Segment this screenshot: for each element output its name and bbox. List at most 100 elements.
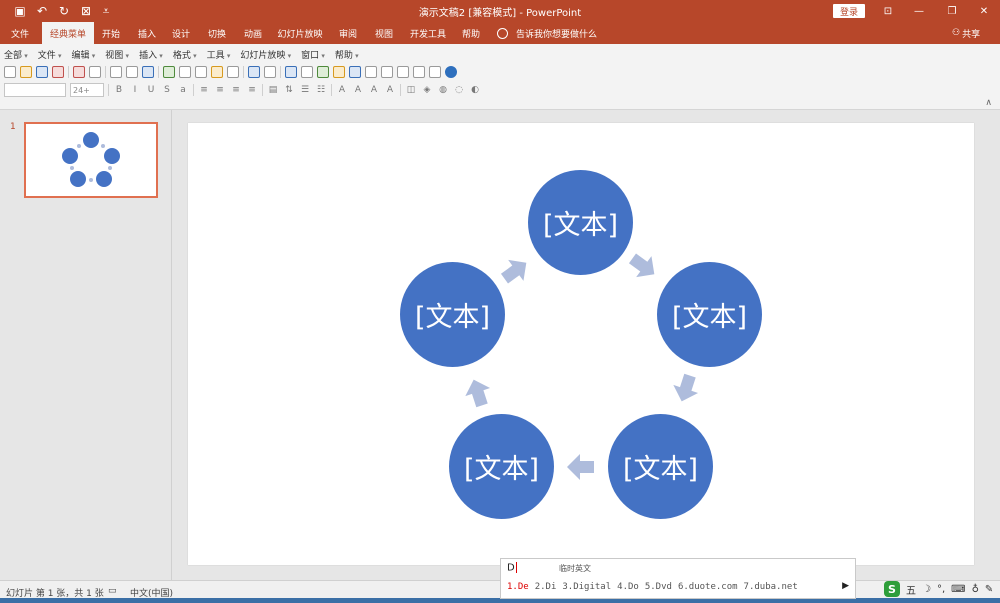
permission-icon[interactable]	[73, 66, 85, 78]
decrease-font-icon[interactable]: A	[368, 84, 380, 96]
columns-icon[interactable]: ▤	[267, 84, 279, 96]
save-as-icon[interactable]	[52, 66, 64, 78]
tab-developer[interactable]: 开发工具	[406, 22, 450, 44]
tab-design[interactable]: 设计	[166, 22, 196, 44]
collapse-ribbon-icon[interactable]: ∧	[985, 98, 992, 108]
email-icon[interactable]	[89, 66, 101, 78]
align-left-icon[interactable]: ≡	[198, 84, 210, 96]
punctuation-icon[interactable]: °,	[937, 584, 945, 595]
font-color-icon[interactable]: A	[336, 84, 348, 96]
new-icon[interactable]	[4, 66, 16, 78]
font-size-select[interactable]: 24+	[70, 83, 104, 97]
cycle-node-bottom-left[interactable]: [文本]	[449, 414, 554, 519]
minimize-icon[interactable]: —	[908, 3, 930, 19]
increase-font-icon[interactable]: A	[352, 84, 364, 96]
underline-icon[interactable]: U	[145, 84, 157, 96]
print-icon[interactable]	[110, 66, 122, 78]
hyperlink-icon[interactable]	[317, 66, 329, 78]
format-painter-icon[interactable]	[227, 66, 239, 78]
cycle-arrow-5[interactable]	[498, 254, 532, 288]
char-spacing-icon[interactable]: a	[177, 84, 189, 96]
ime-next-page-icon[interactable]: ▶	[842, 581, 849, 591]
shape-outline-icon[interactable]: ◌	[453, 84, 465, 96]
zoom-icon[interactable]	[429, 66, 441, 78]
ime-candidate[interactable]: 7.duba.net	[744, 582, 798, 592]
textbox-icon[interactable]	[397, 66, 409, 78]
header-footer-icon[interactable]	[365, 66, 377, 78]
ime-candidate[interactable]: 1.De	[507, 582, 529, 592]
tab-classic-menu[interactable]: 经典菜单	[42, 22, 94, 44]
cycle-node-left[interactable]: [文本]	[400, 262, 505, 367]
ime-mode[interactable]: 五	[906, 582, 916, 597]
chart-icon[interactable]	[285, 66, 297, 78]
comment-icon[interactable]	[413, 66, 425, 78]
justify-icon[interactable]: ≡	[246, 84, 258, 96]
save-icon[interactable]	[36, 66, 48, 78]
layout-icon[interactable]	[142, 66, 154, 78]
settings-icon[interactable]: ✎	[985, 584, 993, 595]
ime-candidate[interactable]: 2.Di	[535, 582, 557, 592]
undo-icon[interactable]	[248, 66, 260, 78]
ime-candidate[interactable]: 6.duote.com	[678, 582, 738, 592]
arrange-icon[interactable]: ◫	[405, 84, 417, 96]
picture-icon[interactable]	[333, 66, 345, 78]
strikethrough-icon[interactable]: S	[161, 84, 173, 96]
bullets-icon[interactable]: ☰	[299, 84, 311, 96]
quick-styles-icon[interactable]: ◈	[421, 84, 433, 96]
tab-home[interactable]: 开始	[96, 22, 126, 44]
cycle-node-top[interactable]: [文本]	[528, 170, 633, 275]
print-preview-icon[interactable]	[126, 66, 138, 78]
paste-icon[interactable]	[211, 66, 223, 78]
cut-icon[interactable]	[179, 66, 191, 78]
open-icon[interactable]	[20, 66, 32, 78]
login-button[interactable]: 登录	[833, 4, 865, 18]
sogou-logo-icon[interactable]: S	[884, 581, 900, 597]
slide-canvas[interactable]: [文本] [文本] [文本] [文本] [文本]	[188, 123, 974, 565]
ribbon-display-icon[interactable]: ⊡	[877, 3, 899, 19]
ime-candidate[interactable]: 4.Do	[617, 582, 639, 592]
tab-review[interactable]: 审阅	[333, 22, 363, 44]
ime-candidate[interactable]: 3.Digital	[562, 582, 611, 592]
slide-layout-icon[interactable]	[381, 66, 393, 78]
cycle-node-right[interactable]: [文本]	[657, 262, 762, 367]
notes-icon[interactable]: ▭	[108, 586, 117, 596]
redo-icon[interactable]	[264, 66, 276, 78]
cycle-arrow-2[interactable]	[669, 371, 703, 405]
cycle-arrow-3[interactable]	[564, 450, 598, 484]
menu-view[interactable]: 视图	[105, 48, 129, 62]
restore-icon[interactable]: ❐	[941, 3, 963, 19]
numbering-icon[interactable]: ☷	[315, 84, 327, 96]
half-width-icon[interactable]: ☽	[922, 584, 931, 595]
shape-fill-icon[interactable]: ◍	[437, 84, 449, 96]
menu-format[interactable]: 格式	[173, 48, 197, 62]
font-name-select[interactable]	[4, 83, 66, 97]
table-icon[interactable]	[301, 66, 313, 78]
slide-thumbnail[interactable]	[24, 122, 158, 198]
keyboard-icon[interactable]: ⌨	[951, 584, 965, 595]
italic-icon[interactable]: I	[129, 84, 141, 96]
copy-icon[interactable]	[195, 66, 207, 78]
menu-help[interactable]: 帮助	[335, 48, 359, 62]
shape-icon[interactable]	[349, 66, 361, 78]
tab-transitions[interactable]: 切换	[202, 22, 232, 44]
help-icon[interactable]	[445, 66, 457, 78]
cycle-node-bottom-right[interactable]: [文本]	[608, 414, 713, 519]
text-direction-icon[interactable]: ⇅	[283, 84, 295, 96]
align-right-icon[interactable]: ≡	[230, 84, 242, 96]
cycle-arrow-4[interactable]	[461, 376, 495, 410]
tab-insert[interactable]: 插入	[132, 22, 162, 44]
ime-candidate[interactable]: 5.Dvd	[645, 582, 672, 592]
tab-animations[interactable]: 动画	[238, 22, 268, 44]
microphone-icon[interactable]: ♁	[972, 584, 979, 595]
tell-me-box[interactable]: 告诉我你想要做什么	[497, 22, 597, 44]
menu-insert[interactable]: 插入	[139, 48, 163, 62]
shape-effects-icon[interactable]: ◐	[469, 84, 481, 96]
menu-slideshow[interactable]: 幻灯片放映	[240, 48, 291, 62]
close-icon[interactable]: ✕	[973, 3, 995, 19]
tab-view[interactable]: 视图	[369, 22, 399, 44]
cycle-arrow-1[interactable]	[626, 249, 660, 283]
menu-all[interactable]: 全部	[4, 48, 28, 62]
menu-edit[interactable]: 编辑	[72, 48, 96, 62]
tab-file[interactable]: 文件	[4, 22, 36, 44]
spelling-icon[interactable]	[163, 66, 175, 78]
